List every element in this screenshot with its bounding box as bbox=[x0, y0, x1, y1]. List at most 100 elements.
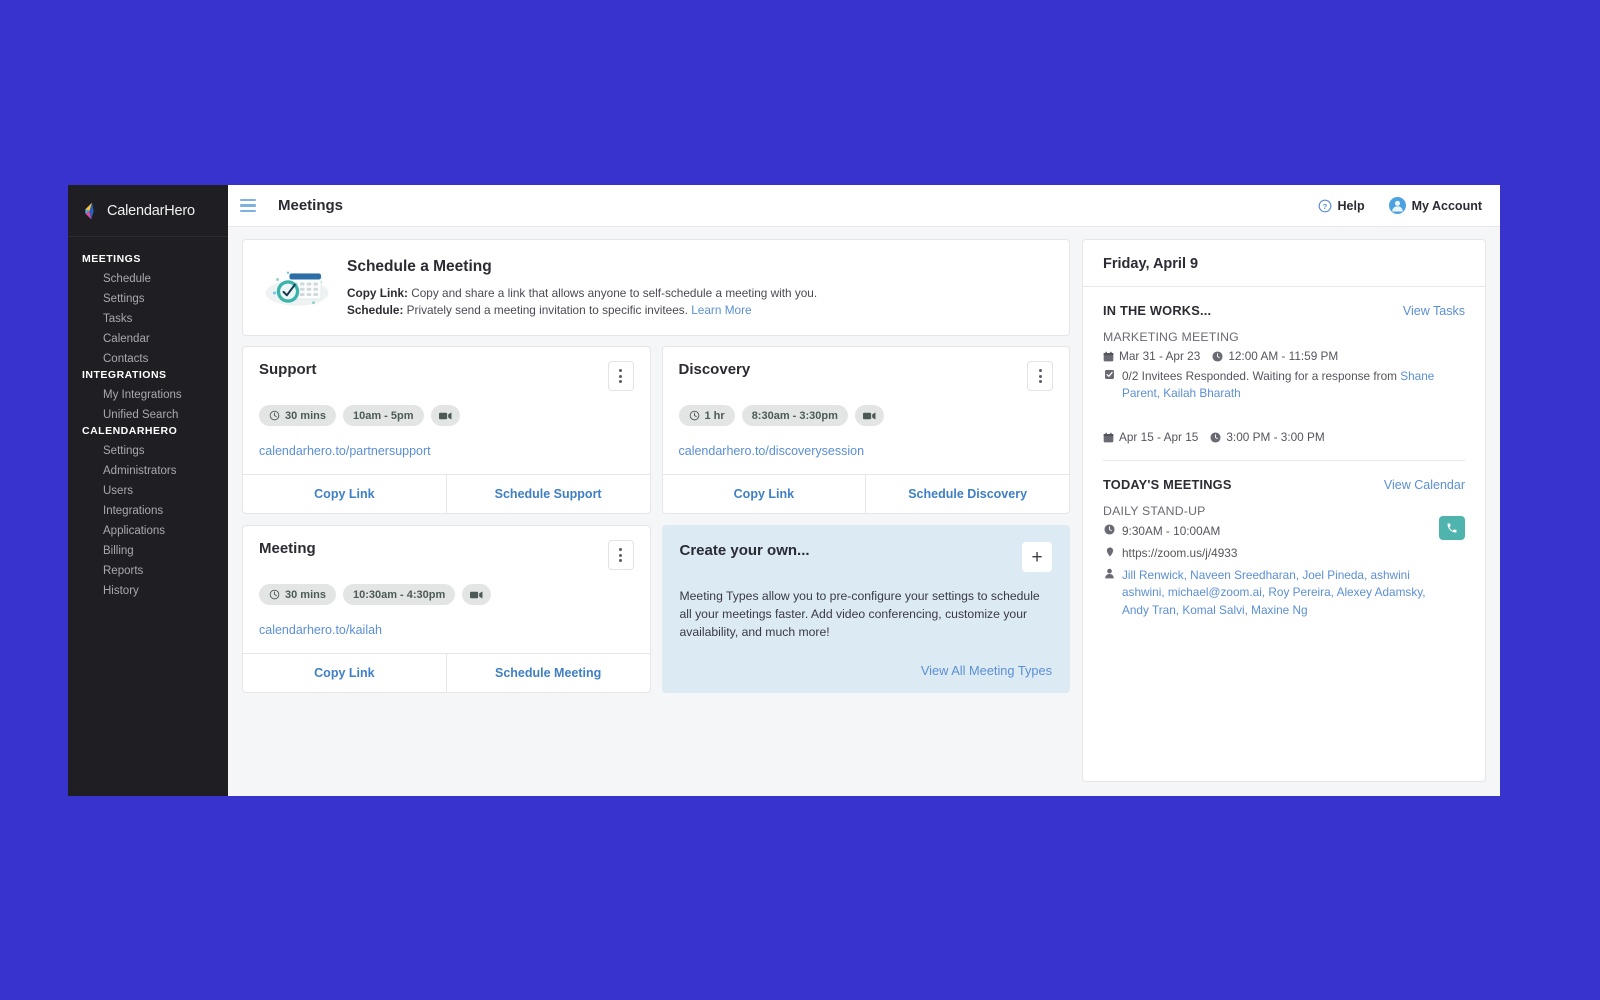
section-header: IN THE WORKS... View Tasks bbox=[1103, 303, 1465, 318]
calendar-icon bbox=[1103, 351, 1114, 362]
view-calendar-link[interactable]: View Calendar bbox=[1384, 478, 1465, 492]
copy-link-button[interactable]: Copy Link bbox=[663, 475, 866, 513]
hours-pill: 8:30am - 3:30pm bbox=[742, 405, 848, 426]
schedule-banner: Schedule a Meeting Copy Link: Copy and s… bbox=[242, 239, 1070, 336]
sidebar-item-applications[interactable]: Applications bbox=[68, 521, 228, 541]
sidebar-nav: MEETINGS Schedule Settings Tasks Calenda… bbox=[68, 237, 228, 601]
meeting-type-tags: 30 mins 10:30am - 4:30pm bbox=[259, 584, 634, 605]
card-header: Create your own... + bbox=[680, 542, 1053, 572]
help-button[interactable]: ? Help bbox=[1318, 199, 1365, 213]
location-pin-icon bbox=[1103, 546, 1116, 558]
agenda-header: Friday, April 9 bbox=[1083, 240, 1485, 287]
card-header: Discovery bbox=[679, 361, 1054, 391]
sidebar-item-my-integrations[interactable]: My Integrations bbox=[68, 385, 228, 405]
copy-link-button[interactable]: Copy Link bbox=[243, 654, 446, 692]
page-title: Meetings bbox=[278, 197, 343, 214]
main-area: Meetings ? Help bbox=[228, 185, 1500, 796]
more-options-icon[interactable] bbox=[608, 540, 634, 570]
task-response-row: 0/2 Invitees Responded. Waiting for a re… bbox=[1103, 368, 1465, 402]
video-pill bbox=[431, 405, 460, 426]
hamburger-icon[interactable] bbox=[240, 199, 256, 213]
banner-copy-link-label: Copy Link: bbox=[347, 286, 408, 300]
meeting-type-card-meeting: Meeting 30 mins bbox=[242, 525, 651, 693]
learn-more-link[interactable]: Learn More bbox=[691, 303, 751, 317]
help-icon: ? bbox=[1318, 199, 1332, 213]
banner-title: Schedule a Meeting bbox=[347, 258, 817, 276]
view-all-meeting-types-link[interactable]: View All Meeting Types bbox=[921, 663, 1052, 678]
task-response-text: 0/2 Invitees Responded. Waiting for a re… bbox=[1122, 369, 1400, 383]
topbar: Meetings ? Help bbox=[228, 185, 1500, 227]
sidebar-item-users[interactable]: Users bbox=[68, 481, 228, 501]
meeting-type-url-row: calendarhero.to/partnersupport bbox=[259, 444, 634, 458]
card-body: Support 30 mins bbox=[243, 347, 650, 474]
clock-icon bbox=[1212, 351, 1223, 362]
banner-line-schedule: Schedule: Privately send a meeting invit… bbox=[347, 302, 817, 319]
duration-label: 30 mins bbox=[285, 589, 326, 601]
task-title: MARKETING MEETING bbox=[1103, 330, 1465, 344]
content-area: Schedule a Meeting Copy Link: Copy and s… bbox=[228, 227, 1500, 796]
nav-group-title-integrations: INTEGRATIONS bbox=[68, 369, 228, 385]
meeting-type-url[interactable]: calendarhero.to/discoverysession bbox=[679, 444, 865, 458]
duration-pill: 1 hr bbox=[679, 405, 735, 426]
meeting-type-url[interactable]: calendarhero.to/kailah bbox=[259, 623, 382, 637]
meeting-types-column-left: Support 30 mins bbox=[242, 346, 651, 693]
sidebar-item-tasks[interactable]: Tasks bbox=[68, 309, 228, 329]
banner-schedule-text: Privately send a meeting invitation to s… bbox=[403, 303, 691, 317]
schedule-button[interactable]: Schedule Meeting bbox=[446, 654, 650, 692]
meeting-type-card-support: Support 30 mins bbox=[242, 346, 651, 514]
sidebar-item-billing[interactable]: Billing bbox=[68, 541, 228, 561]
sidebar-item-integrations[interactable]: Integrations bbox=[68, 501, 228, 521]
hours-pill: 10:30am - 4:30pm bbox=[343, 584, 455, 605]
sidebar-item-schedule[interactable]: Schedule bbox=[68, 269, 228, 289]
clock-icon bbox=[689, 410, 700, 421]
video-pill bbox=[462, 584, 491, 605]
brand-logo[interactable]: CalendarHero bbox=[68, 185, 228, 237]
sidebar-item-calendar[interactable]: Calendar bbox=[68, 329, 228, 349]
sidebar-item-ch-settings[interactable]: Settings bbox=[68, 441, 228, 461]
card-actions: Copy Link Schedule Meeting bbox=[243, 653, 650, 692]
my-account-button[interactable]: My Account bbox=[1389, 197, 1482, 214]
meeting-time-row: 9:30AM - 10:00AM bbox=[1103, 523, 1431, 540]
calendar-icon bbox=[1103, 432, 1114, 443]
plus-icon[interactable]: + bbox=[1022, 542, 1052, 572]
view-tasks-link[interactable]: View Tasks bbox=[1403, 304, 1465, 318]
meeting-attendees-row: Jill Renwick, Naveen Sreedharan, Joel Pi… bbox=[1103, 567, 1431, 618]
meeting-attendees[interactable]: Jill Renwick, Naveen Sreedharan, Joel Pi… bbox=[1122, 567, 1431, 618]
card-actions: Copy Link Schedule Support bbox=[243, 474, 650, 513]
brand-name: CalendarHero bbox=[107, 203, 195, 219]
sidebar-item-contacts[interactable]: Contacts bbox=[68, 349, 228, 369]
right-column: Friday, April 9 IN THE WORKS... View Tas… bbox=[1082, 239, 1486, 782]
help-label: Help bbox=[1338, 199, 1365, 213]
meeting-type-url-row: calendarhero.to/discoverysession bbox=[679, 444, 1054, 458]
sidebar-item-unified-search[interactable]: Unified Search bbox=[68, 405, 228, 425]
card-header: Meeting bbox=[259, 540, 634, 570]
schedule-button[interactable]: Schedule Discovery bbox=[865, 475, 1069, 513]
sidebar-item-history[interactable]: History bbox=[68, 581, 228, 601]
duration-pill: 30 mins bbox=[259, 584, 336, 605]
sidebar-item-reports[interactable]: Reports bbox=[68, 561, 228, 581]
task-second-time-range: 3:00 PM - 3:00 PM bbox=[1226, 430, 1324, 444]
more-options-icon[interactable] bbox=[608, 361, 634, 391]
sidebar-item-settings[interactable]: Settings bbox=[68, 289, 228, 309]
meeting-type-name: Support bbox=[259, 361, 608, 378]
hours-label: 8:30am - 3:30pm bbox=[752, 410, 838, 422]
meeting-types-grid: Support 30 mins bbox=[242, 346, 1070, 693]
nav-group-title-meetings: MEETINGS bbox=[68, 253, 228, 269]
schedule-button[interactable]: Schedule Support bbox=[446, 475, 650, 513]
meeting-type-name: Meeting bbox=[259, 540, 608, 557]
more-options-icon[interactable] bbox=[1027, 361, 1053, 391]
meeting-time: 9:30AM - 10:00AM bbox=[1122, 523, 1220, 540]
agenda-panel: Friday, April 9 IN THE WORKS... View Tas… bbox=[1082, 239, 1486, 782]
checkbox-icon bbox=[1103, 369, 1116, 380]
nav-group-calendarhero: CALENDARHERO Settings Administrators Use… bbox=[68, 425, 228, 601]
sidebar-item-administrators[interactable]: Administrators bbox=[68, 461, 228, 481]
task-time-range: 12:00 AM - 11:59 PM bbox=[1228, 349, 1338, 363]
phone-icon[interactable] bbox=[1439, 516, 1465, 540]
copy-link-button[interactable]: Copy Link bbox=[243, 475, 446, 513]
section-header: TODAY'S MEETINGS View Calendar bbox=[1103, 477, 1465, 492]
task-time-group: 12:00 AM - 11:59 PM bbox=[1212, 349, 1338, 363]
create-card-title: Create your own... bbox=[680, 542, 1023, 559]
duration-pill: 30 mins bbox=[259, 405, 336, 426]
meeting-type-url[interactable]: calendarhero.to/partnersupport bbox=[259, 444, 431, 458]
meeting-entry-title: DAILY STAND-UP bbox=[1103, 504, 1431, 518]
